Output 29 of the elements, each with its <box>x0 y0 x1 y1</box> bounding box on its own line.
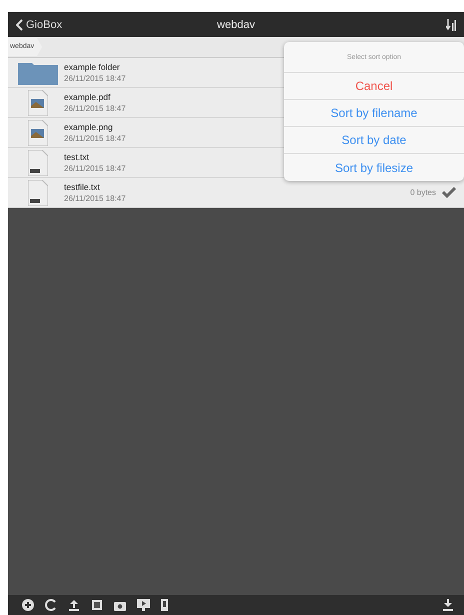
file-size: 0 bytes <box>410 188 436 197</box>
file-name: test.txt <box>64 152 90 162</box>
monitor-icon[interactable] <box>137 599 150 611</box>
image-file-icon <box>28 90 48 116</box>
file-name: example folder <box>64 62 120 72</box>
back-chevron-icon <box>16 18 23 30</box>
file-date: 26/11/2015 18:47 <box>64 134 126 143</box>
file-date: 26/11/2015 18:47 <box>64 164 126 173</box>
file-name: testfile.txt <box>64 182 100 192</box>
file-name: example.png <box>64 122 113 132</box>
text-file-icon <box>28 180 48 206</box>
image-file-icon <box>28 120 48 146</box>
folder-icon <box>18 60 58 84</box>
file-date: 26/11/2015 18:47 <box>64 104 126 113</box>
sort-icon[interactable] <box>446 18 456 30</box>
image-icon[interactable] <box>91 599 103 611</box>
checkmark-icon[interactable] <box>442 187 456 198</box>
text-file-icon <box>28 150 48 176</box>
camera-icon[interactable] <box>114 600 126 610</box>
add-icon[interactable] <box>22 599 34 611</box>
file-date: 26/11/2015 18:47 <box>64 74 126 83</box>
download-icon[interactable] <box>442 599 454 611</box>
file-name: example.pdf <box>64 92 110 102</box>
upload-icon[interactable] <box>68 599 80 611</box>
refresh-icon[interactable] <box>45 599 57 611</box>
bookmark-icon[interactable] <box>161 599 168 611</box>
window-title: webdav <box>217 18 255 30</box>
file-date: 26/11/2015 18:47 <box>64 194 126 203</box>
back-button[interactable]: GioBox <box>16 18 218 30</box>
